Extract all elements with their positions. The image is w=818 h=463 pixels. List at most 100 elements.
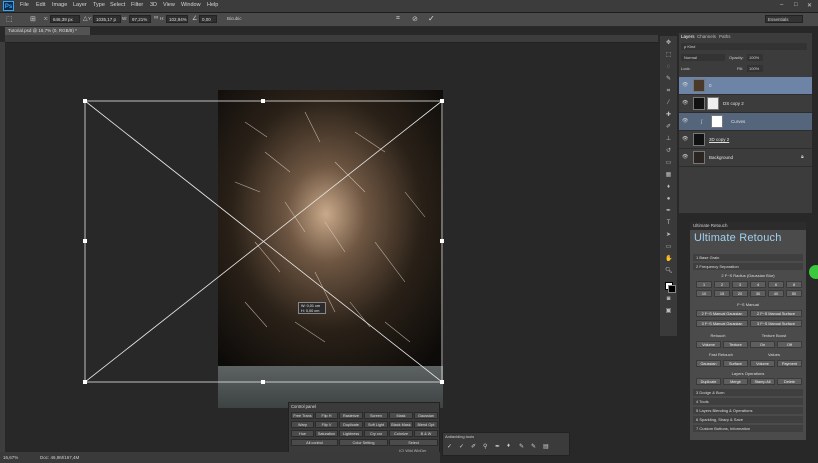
shape-tool-icon[interactable]: ▭ [665, 244, 672, 251]
texture-button[interactable]: Texture [723, 341, 748, 348]
visibility-eye-icon[interactable]: 👁︎ [682, 118, 688, 124]
screen-mode-icon[interactable]: ▣ [665, 308, 672, 315]
tab-channels[interactable]: Channels [697, 34, 716, 39]
check-icon[interactable]: ✓ [459, 443, 464, 450]
crop-tool-icon[interactable]: ⌗ [665, 88, 672, 95]
section-custom-buttons[interactable]: 7 Custom Buttons, Information [693, 425, 803, 432]
document-tab[interactable]: Tutorial.psd @ 16,7% (0, RGB/8) * [5, 27, 90, 35]
layer-filter[interactable]: ρ Kind [681, 43, 807, 50]
fast-payment-button[interactable]: Payment [777, 360, 802, 367]
gaussian-button[interactable]: Gaussian [414, 412, 438, 419]
dodge-tool-icon[interactable]: ● [665, 196, 672, 203]
close-icon[interactable]: ✕ [807, 2, 812, 9]
layer-row[interactable]: 👁︎ Background 🔒︎ [679, 149, 812, 167]
menu-image[interactable]: Image [52, 2, 67, 8]
history-brush-icon[interactable]: ↺ [665, 148, 672, 155]
menu-edit[interactable]: Edit [36, 2, 45, 8]
fast-gaussian-button[interactable]: Gaussian [696, 360, 721, 367]
menu-type[interactable]: Type [93, 2, 105, 8]
visibility-eye-icon[interactable]: 👁︎ [682, 82, 688, 88]
pencil-icon[interactable]: ✎ [531, 443, 536, 450]
section-dodge-burn[interactable]: 3 Dodge & Burn [693, 389, 803, 396]
x-field[interactable]: 646,39 px [50, 15, 80, 23]
stamp-all-button[interactable]: Stamp All [750, 378, 775, 385]
brush-tool-icon[interactable]: ✐ [665, 124, 672, 131]
radius-button[interactable]: 1 [696, 281, 712, 288]
maximize-icon[interactable]: □ [794, 2, 798, 8]
magnifier-icon[interactable]: ⚲ [483, 443, 487, 450]
manual-gaussian-2-button[interactable]: 2 F~S Manual Gaussian [696, 310, 748, 317]
radius-button[interactable]: 10 [696, 290, 712, 297]
hand-tool-icon[interactable]: ✋ [665, 256, 672, 263]
volume-button[interactable]: Volume [696, 341, 721, 348]
tab-layers[interactable]: Layers [681, 34, 695, 39]
visibility-eye-icon[interactable]: 👁︎ [682, 100, 688, 106]
section-frequency-separation[interactable]: 2 Frequency Separation [693, 263, 803, 270]
section-tools[interactable]: 4 Tools [693, 398, 803, 405]
duplicate-button[interactable]: Duplicate [696, 378, 721, 385]
lightness-button[interactable]: Lightness [339, 430, 363, 437]
brush-icon[interactable]: ✐ [471, 443, 476, 450]
minimize-icon[interactable]: – [780, 2, 783, 8]
drop-icon[interactable]: ♦ [507, 443, 510, 449]
type-tool-icon[interactable]: T [665, 220, 672, 227]
radius-button[interactable]: 15 [714, 290, 730, 297]
workspace-select[interactable]: Essentials [765, 15, 803, 23]
menu-filter[interactable]: Filter [131, 2, 143, 8]
select-button[interactable]: Select [389, 439, 438, 446]
angle-field[interactable]: 0,00 [199, 15, 217, 23]
zoom-tool-icon[interactable]: 🔍︎ [665, 268, 673, 275]
opacity-field[interactable]: 100% [747, 54, 763, 61]
stamp-tool-icon[interactable]: ⊥ [665, 136, 672, 143]
tab-paths[interactable]: Paths [719, 34, 731, 39]
visibility-eye-icon[interactable]: 👁︎ [682, 136, 688, 142]
blend-mode-select[interactable]: Normal [681, 54, 725, 61]
mask-button[interactable]: Mask [389, 412, 413, 419]
blur-tool-icon[interactable]: ♦ [665, 184, 672, 191]
menu-3d[interactable]: 3D [150, 2, 157, 8]
rasterize-button[interactable]: Rasterize [339, 412, 363, 419]
manual-surface-2-button[interactable]: 2 F~S Manual Surface [750, 310, 802, 317]
menu-window[interactable]: Window [181, 2, 201, 8]
check-icon[interactable]: ✓ [447, 443, 452, 450]
reference-point-icon[interactable]: ⊞ [30, 15, 36, 23]
soft-light-button[interactable]: Soft Light [364, 421, 388, 428]
quick-mask-icon[interactable]: ◙ [665, 296, 672, 303]
radius-button[interactable]: 30 [750, 290, 766, 297]
pen-icon[interactable]: ✒ [495, 443, 500, 450]
visibility-eye-icon[interactable]: 👁︎ [682, 154, 688, 160]
radius-button[interactable]: 2 [714, 281, 730, 288]
merge-button[interactable]: Merge [723, 378, 748, 385]
radius-button[interactable]: 8 [786, 281, 802, 288]
layer-row[interactable]: 👁︎ 0 [679, 77, 812, 95]
section-layers-blending[interactable]: 5 Layers Blending & Operations [693, 407, 803, 414]
menu-layer[interactable]: Layer [73, 2, 87, 8]
flip-h-button[interactable]: Flip H [315, 412, 338, 419]
black-mask-button[interactable]: Black Mask [389, 421, 413, 428]
layer-row[interactable]: 👁︎ 3D copy 2 [679, 131, 812, 149]
pencil-icon[interactable]: ✎ [519, 443, 524, 450]
layer-row[interactable]: 👁︎ ∫ Curves [679, 113, 812, 131]
healing-tool-icon[interactable]: ✚ [665, 112, 672, 119]
cancel-transform-icon[interactable]: ⊘ [412, 15, 418, 23]
section-sharp-save[interactable]: 6 Sparkling, Sharp & Save [693, 416, 803, 423]
section-base-grain[interactable]: 1 Base Grain [693, 254, 803, 261]
blend-options-button[interactable]: Blend Opt [414, 421, 438, 428]
relative-position-icon[interactable]: △ [83, 15, 88, 22]
commit-transform-icon[interactable]: ✓ [428, 14, 435, 23]
layers-icon[interactable]: ▤ [543, 443, 549, 450]
interpolation-select[interactable]: Bicubic [227, 16, 242, 21]
free-transform-button[interactable]: Free Trans [291, 412, 314, 419]
radius-button[interactable]: 4 [750, 281, 766, 288]
lasso-tool-icon[interactable]: ◌ [665, 64, 672, 71]
delete-button[interactable]: Delete [777, 378, 802, 385]
move-tool-icon[interactable]: ✥ [665, 40, 672, 47]
texture-on-button[interactable]: On [750, 341, 775, 348]
transform-tool-icon[interactable]: ⬚ [6, 15, 13, 23]
color-correct-button[interactable]: Cry cor [364, 430, 388, 437]
canvas[interactable] [5, 42, 658, 452]
y-field[interactable]: 1035,17 p [93, 15, 121, 23]
radius-button[interactable]: 6 [768, 281, 784, 288]
gradient-tool-icon[interactable]: ▦ [665, 172, 672, 179]
colorize-button[interactable]: Colorize [389, 430, 413, 437]
